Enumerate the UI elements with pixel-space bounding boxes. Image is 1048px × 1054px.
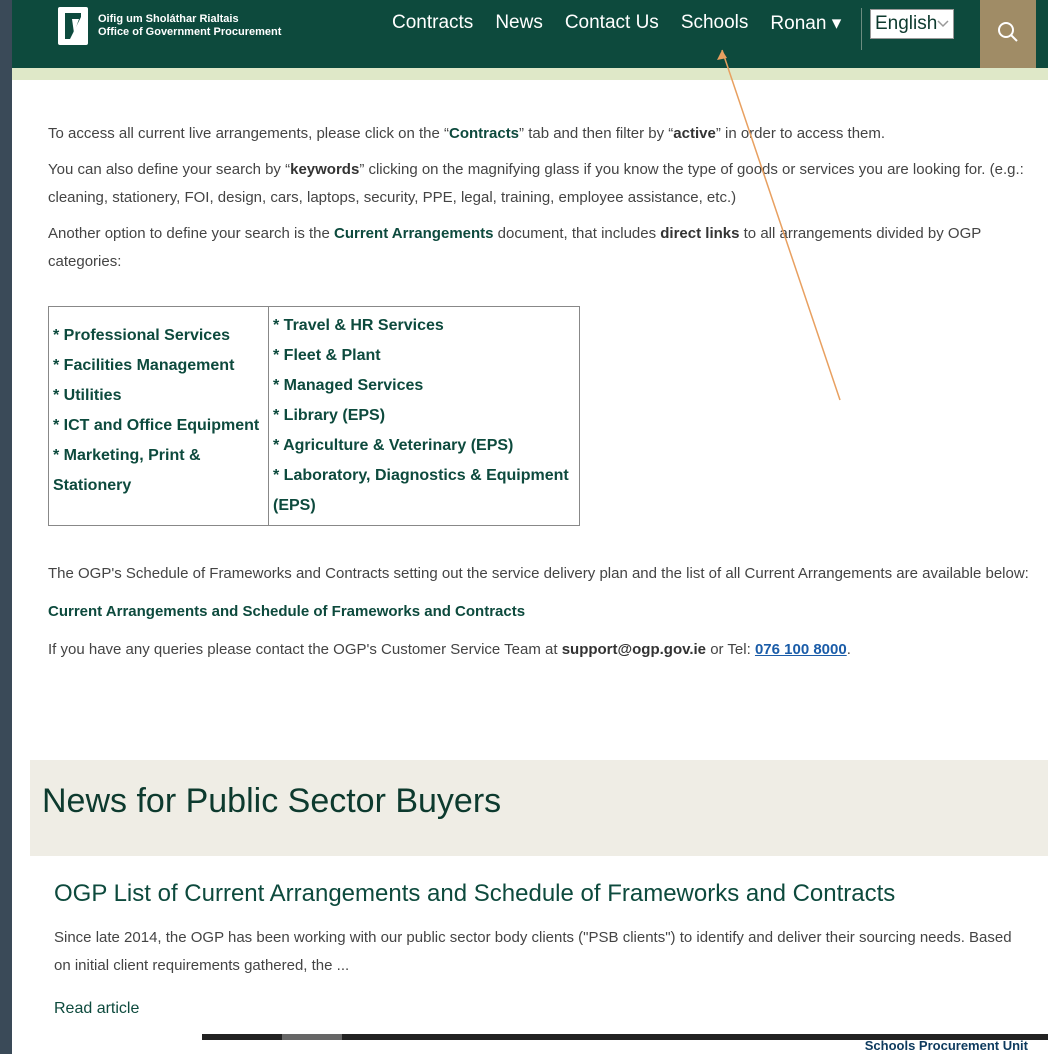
schools-procurement-unit-label: Schools Procurement Unit <box>864 1038 1028 1053</box>
news-card-excerpt: Since late 2014, the OGP has been workin… <box>54 929 1012 974</box>
schedule-paragraph: The OGP's Schedule of Frameworks and Con… <box>48 565 1029 582</box>
left-window-strip <box>0 0 12 1054</box>
category-item: * ICT and Office Equipment <box>53 417 260 434</box>
bottom-scroll-thumb[interactable] <box>282 1034 342 1040</box>
site-header: Oifig um Sholáthar Rialtais Office of Go… <box>12 0 1048 68</box>
support-email[interactable]: support@ogp.gov.ie <box>562 641 706 658</box>
intro-paragraph-1: To access all current live arrangements,… <box>48 125 886 142</box>
news-card: OGP List of Current Arrangements and Sch… <box>30 856 1048 1046</box>
intro-content: To access all current live arrangements,… <box>48 120 1028 284</box>
nav-divider <box>861 8 862 50</box>
keywords-emphasis: keywords <box>290 161 360 178</box>
current-arrangements-doc-link[interactable]: Current Arrangements <box>48 603 207 620</box>
logo-line-english: Office of Government Procurement <box>98 26 282 38</box>
language-select[interactable]: English <box>870 9 954 39</box>
category-item: * Laboratory, Diagnostics & Equipment (E… <box>273 467 569 514</box>
nav-news[interactable]: News <box>495 12 543 35</box>
categories-left-column: * Professional Services * Facilities Man… <box>49 307 269 525</box>
category-item: * Library (EPS) <box>273 407 386 424</box>
category-item: * Professional Services <box>53 327 230 344</box>
nav-schools[interactable]: Schools <box>681 12 749 35</box>
category-item: * Travel & HR Services <box>273 317 444 334</box>
category-item: * Facilities Management <box>53 357 235 374</box>
read-article-link[interactable]: Read article <box>54 1000 139 1018</box>
phone-link[interactable]: 076 100 8000 <box>755 641 847 658</box>
harp-logo-icon <box>58 7 88 45</box>
active-emphasis: active <box>673 125 716 142</box>
intro-paragraph-3: Another option to define your search is … <box>48 225 981 270</box>
nav-contracts[interactable]: Contracts <box>392 12 473 35</box>
schedule-frameworks-link[interactable]: Schedule of Frameworks and Contracts <box>243 603 526 620</box>
direct-links-emphasis: direct links <box>660 225 740 242</box>
schedule-content: The OGP's Schedule of Frameworks and Con… <box>48 560 1038 672</box>
news-card-title[interactable]: OGP List of Current Arrangements and Sch… <box>54 880 895 908</box>
chevron-down-icon <box>937 17 949 31</box>
main-nav: Contracts News Contact Us Schools Ronan … <box>392 12 841 35</box>
header-accent-band <box>12 68 1048 80</box>
nav-user-menu[interactable]: Ronan ▾ <box>770 12 841 35</box>
language-value: English <box>875 13 938 34</box>
search-icon <box>997 21 1019 48</box>
intro-paragraph-2: You can also define your search by “keyw… <box>48 161 1024 206</box>
categories-table: * Professional Services * Facilities Man… <box>48 306 580 526</box>
category-item: * Marketing, Print & Stationery <box>53 447 201 494</box>
category-item: * Agriculture & Veterinary (EPS) <box>273 437 514 454</box>
logo-line-irish: Oifig um Sholáthar Rialtais <box>98 13 239 25</box>
news-section-title: News for Public Sector Buyers <box>42 782 502 820</box>
logo-text: Oifig um Sholáthar Rialtais Office of Go… <box>98 13 281 39</box>
nav-contact-us[interactable]: Contact Us <box>565 12 659 35</box>
page: Oifig um Sholáthar Rialtais Office of Go… <box>12 0 1048 1054</box>
search-button[interactable] <box>980 0 1036 68</box>
category-item: * Fleet & Plant <box>273 347 381 364</box>
contracts-emphasis: Contracts <box>449 125 520 142</box>
current-arrangements-link[interactable]: Current Arrangements <box>334 225 493 242</box>
site-logo[interactable]: Oifig um Sholáthar Rialtais Office of Go… <box>58 4 308 48</box>
news-section: News for Public Sector Buyers OGP List o… <box>30 760 1048 1046</box>
category-item: * Utilities <box>53 387 122 404</box>
documents-links: Current Arrangements and Schedule of Fra… <box>48 603 526 620</box>
category-item: * Managed Services <box>273 377 424 394</box>
contact-paragraph: If you have any queries please contact t… <box>48 641 851 658</box>
categories-right-column: * Travel & HR Services * Fleet & Plant *… <box>269 307 579 525</box>
